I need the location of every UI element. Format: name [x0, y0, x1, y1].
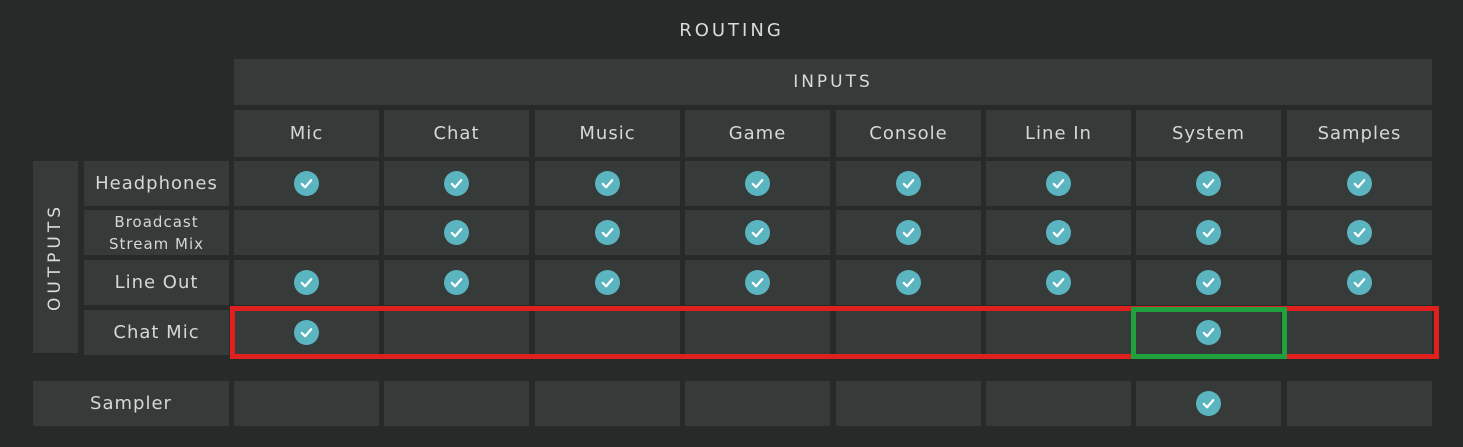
row-label-line2: Stream Mix	[108, 234, 205, 253]
check-icon	[1196, 320, 1221, 345]
check-icon	[444, 171, 469, 196]
check-icon	[294, 171, 319, 196]
route-cell-line-out-music[interactable]	[535, 260, 680, 305]
check-icon	[1046, 171, 1071, 196]
check-icon	[1347, 220, 1372, 245]
row-label-chat-mic: Chat Mic	[84, 310, 229, 355]
route-cell-chat-mic-samples[interactable]	[1287, 310, 1432, 355]
check-icon	[1196, 270, 1221, 295]
route-cell-broadcast-stream-mix-game[interactable]	[685, 210, 830, 255]
check-icon	[1347, 171, 1372, 196]
route-cell-headphones-line-in[interactable]	[986, 161, 1131, 206]
row-label-broadcast-stream-mix: Broadcast Stream Mix	[84, 210, 229, 255]
check-icon	[1046, 220, 1071, 245]
route-cell-broadcast-stream-mix-mic[interactable]	[234, 210, 379, 255]
route-cell-broadcast-stream-mix-system[interactable]	[1136, 210, 1281, 255]
check-icon	[1347, 270, 1372, 295]
routing-title: ROUTING	[679, 20, 784, 41]
check-icon	[896, 220, 921, 245]
check-icon	[294, 270, 319, 295]
check-icon	[294, 320, 319, 345]
column-header-game: Game	[685, 110, 830, 157]
check-icon	[1196, 391, 1221, 416]
route-cell-sampler-console[interactable]	[836, 381, 981, 426]
route-cell-headphones-system[interactable]	[1136, 161, 1281, 206]
row-label-line-out: Line Out	[84, 260, 229, 305]
check-icon	[595, 220, 620, 245]
column-header-console: Console	[836, 110, 981, 157]
route-cell-chat-mic-system[interactable]	[1136, 310, 1281, 355]
check-icon	[1196, 220, 1221, 245]
column-header-system: System	[1136, 110, 1281, 157]
check-icon	[896, 171, 921, 196]
check-icon	[745, 270, 770, 295]
check-icon	[444, 220, 469, 245]
route-cell-sampler-system[interactable]	[1136, 381, 1281, 426]
route-cell-chat-mic-chat[interactable]	[384, 310, 529, 355]
check-icon	[595, 171, 620, 196]
route-cell-line-out-samples[interactable]	[1287, 260, 1432, 305]
route-cell-broadcast-stream-mix-line-in[interactable]	[986, 210, 1131, 255]
check-icon	[1046, 270, 1071, 295]
route-cell-sampler-game[interactable]	[685, 381, 830, 426]
check-icon	[595, 270, 620, 295]
route-cell-headphones-game[interactable]	[685, 161, 830, 206]
route-cell-headphones-chat[interactable]	[384, 161, 529, 206]
route-cell-chat-mic-console[interactable]	[836, 310, 981, 355]
route-cell-sampler-line-in[interactable]	[986, 381, 1131, 426]
route-cell-sampler-music[interactable]	[535, 381, 680, 426]
route-cell-chat-mic-music[interactable]	[535, 310, 680, 355]
route-cell-line-out-game[interactable]	[685, 260, 830, 305]
row-label-headphones: Headphones	[84, 161, 229, 206]
route-cell-chat-mic-mic[interactable]	[234, 310, 379, 355]
row-label-sampler: Sampler	[33, 381, 229, 426]
column-header-mic: Mic	[234, 110, 379, 157]
column-header-line-in: Line In	[986, 110, 1131, 157]
route-cell-chat-mic-line-in[interactable]	[986, 310, 1131, 355]
row-label-line1: Broadcast	[114, 212, 199, 231]
route-cell-headphones-mic[interactable]	[234, 161, 379, 206]
check-icon	[1196, 171, 1221, 196]
route-cell-sampler-mic[interactable]	[234, 381, 379, 426]
route-cell-line-out-mic[interactable]	[234, 260, 379, 305]
route-cell-chat-mic-game[interactable]	[685, 310, 830, 355]
route-cell-broadcast-stream-mix-music[interactable]	[535, 210, 680, 255]
route-cell-sampler-chat[interactable]	[384, 381, 529, 426]
outputs-side-label: OUTPUTS	[33, 161, 78, 353]
check-icon	[444, 270, 469, 295]
route-cell-line-out-system[interactable]	[1136, 260, 1281, 305]
outputs-label: OUTPUTS	[45, 202, 66, 312]
check-icon	[745, 171, 770, 196]
column-header-samples: Samples	[1287, 110, 1432, 157]
inputs-header: INPUTS	[234, 59, 1432, 105]
check-icon	[896, 270, 921, 295]
route-cell-broadcast-stream-mix-chat[interactable]	[384, 210, 529, 255]
route-cell-sampler-samples[interactable]	[1287, 381, 1432, 426]
route-cell-headphones-music[interactable]	[535, 161, 680, 206]
route-cell-headphones-samples[interactable]	[1287, 161, 1432, 206]
column-header-music: Music	[535, 110, 680, 157]
route-cell-line-out-chat[interactable]	[384, 260, 529, 305]
route-cell-broadcast-stream-mix-console[interactable]	[836, 210, 981, 255]
route-cell-line-out-console[interactable]	[836, 260, 981, 305]
check-icon	[745, 220, 770, 245]
column-header-chat: Chat	[384, 110, 529, 157]
route-cell-headphones-console[interactable]	[836, 161, 981, 206]
route-cell-line-out-line-in[interactable]	[986, 260, 1131, 305]
route-cell-broadcast-stream-mix-samples[interactable]	[1287, 210, 1432, 255]
